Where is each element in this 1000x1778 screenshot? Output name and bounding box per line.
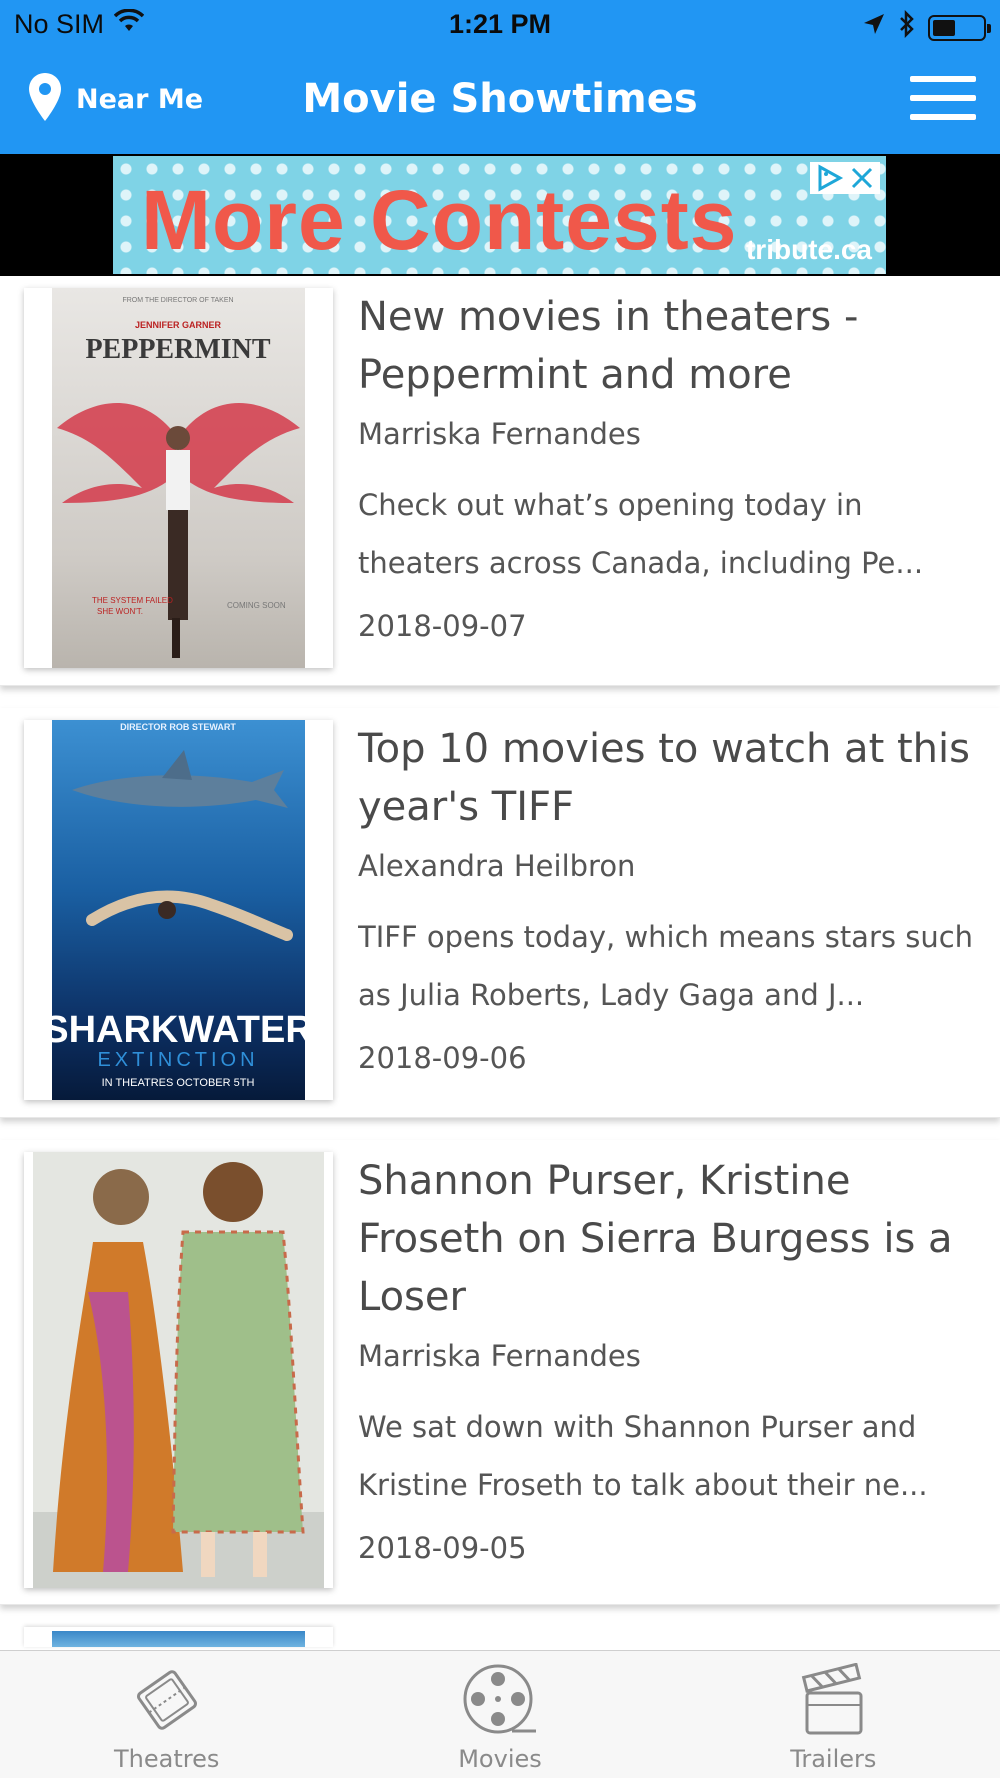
article-date: 2018-09-06 [358, 1041, 527, 1075]
battery-icon [928, 14, 991, 41]
tab-label: Theatres [113, 1745, 220, 1773]
ad-headline: More Contests [141, 173, 738, 267]
svg-text:FROM THE DIRECTOR OF TAKEN: FROM THE DIRECTOR OF TAKEN [122, 297, 233, 304]
article-thumbnail [52, 1631, 305, 1647]
article-summary: Check out what’s opening today in theate… [358, 488, 924, 580]
article-text: Shannon Purser, Kristine Froseth on Sier… [358, 1152, 983, 1568]
article-title[interactable]: Shannon Purser, Kristine Froseth on Sier… [358, 1152, 983, 1326]
article-thumbnail-frame [24, 1152, 333, 1588]
article-summary: TIFF opens today, which means stars such… [358, 920, 974, 1012]
film-reel-icon [462, 1663, 538, 1741]
article-date: 2018-09-05 [358, 1531, 527, 1565]
article-card[interactable]: FROM THE DIRECTOR OF TAKEN JENNIFER GARN… [0, 276, 1000, 686]
article-title[interactable]: Top 10 movies to watch at this year's TI… [358, 720, 983, 836]
article-author: Alexandra Heilbron [358, 849, 636, 883]
adchoices-icon[interactable] [814, 164, 844, 192]
article-thumbnail: FROM THE DIRECTOR OF TAKEN JENNIFER GARN… [52, 288, 305, 668]
svg-text:COMING SOON: COMING SOON [227, 601, 286, 610]
poster-title-text: SHARKWATER [52, 1009, 305, 1051]
menu-icon[interactable] [910, 76, 976, 126]
tab-theatres[interactable]: Theatres [0, 1651, 333, 1778]
ticket-icon [131, 1663, 203, 1741]
article-thumbnail-frame: DIRECTOR ROB STEWART SHARKWATER EXTINCTI… [24, 720, 333, 1100]
close-ad-icon[interactable] [848, 164, 876, 192]
status-time: 1:21 PM [448, 9, 552, 39]
poster-actor-text: JENNIFER GARNER [135, 320, 222, 330]
article-date: 2018-09-07 [358, 609, 527, 643]
location-arrow-icon [862, 12, 886, 43]
article-title[interactable]: New movies in theaters - Peppermint and … [358, 288, 983, 404]
svg-text:SHE WON'T.: SHE WON'T. [97, 607, 143, 616]
article-text: Top 10 movies to watch at this year's TI… [358, 720, 983, 1078]
page-title: Movie Showtimes [302, 76, 698, 122]
poster-title-text: PEPPERMINT [85, 334, 270, 365]
tab-bar: Theatres Movies Trailers [0, 1650, 1000, 1778]
article-thumbnail [33, 1152, 324, 1588]
svg-text:THE SYSTEM FAILED: THE SYSTEM FAILED [92, 596, 173, 605]
ad-strip: More Contests tribute.ca [0, 154, 1000, 276]
article-thumbnail-frame: FROM THE DIRECTOR OF TAKEN JENNIFER GARN… [24, 288, 333, 668]
poster-release-text: IN THEATRES OCTOBER 5TH [102, 1077, 255, 1089]
article-thumbnail: DIRECTOR ROB STEWART SHARKWATER EXTINCTI… [52, 720, 305, 1100]
ad-controls [810, 162, 880, 194]
tab-label: Movies [458, 1745, 542, 1773]
ad-banner[interactable]: More Contests tribute.ca [113, 156, 886, 274]
ad-brand: tribute.ca [745, 234, 872, 265]
article-text: New movies in theaters - Peppermint and … [358, 288, 983, 646]
article-card-partial[interactable] [0, 1627, 1000, 1647]
status-bar: No SIM 1:21 PM [0, 0, 1000, 50]
article-list: FROM THE DIRECTOR OF TAKEN JENNIFER GARN… [0, 276, 1000, 1647]
article-thumbnail-frame [24, 1627, 333, 1647]
poster-director-text: DIRECTOR ROB STEWART [120, 722, 236, 732]
article-author: Marriska Fernandes [358, 1339, 641, 1373]
article-author: Marriska Fernandes [358, 417, 641, 451]
status-right [862, 9, 991, 45]
app-header: Near Me Movie Showtimes [0, 50, 1000, 154]
clapperboard-icon [797, 1662, 869, 1741]
article-card[interactable]: Shannon Purser, Kristine Froseth on Sier… [0, 1140, 1000, 1605]
article-card[interactable]: DIRECTOR ROB STEWART SHARKWATER EXTINCTI… [0, 708, 1000, 1118]
article-summary: We sat down with Shannon Purser and Kris… [358, 1410, 928, 1502]
poster-subtitle-text: EXTINCTION [97, 1049, 258, 1071]
bluetooth-icon [898, 9, 916, 45]
tab-label: Trailers [790, 1745, 877, 1773]
tab-movies[interactable]: Movies [333, 1651, 666, 1778]
tab-trailers[interactable]: Trailers [667, 1651, 1000, 1778]
